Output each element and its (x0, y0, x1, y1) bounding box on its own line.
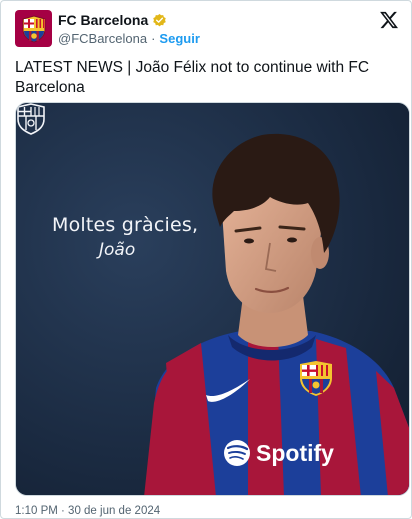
tweet-header: FC Barcelona @FCBarcelona · Seguir (15, 10, 401, 50)
fc-barcelona-crest-outline-icon (17, 103, 45, 135)
fc-barcelona-crest-icon (22, 14, 45, 43)
account-name-row: FC Barcelona (58, 12, 167, 28)
x-logo-icon[interactable] (379, 10, 399, 30)
verified-badge-icon (153, 13, 166, 26)
account-handle[interactable]: @FCBarcelona (58, 31, 147, 46)
tweet-timestamp[interactable]: 1:10 PM · 30 de jun de 2024 (15, 505, 160, 517)
sponsor-text: Spotify (256, 440, 334, 466)
handle-row: @FCBarcelona · Seguir (58, 31, 200, 46)
tweet-card: FC Barcelona @FCBarcelona · Seguir LATES… (0, 0, 412, 519)
account-name[interactable]: FC Barcelona (58, 12, 148, 28)
farewell-text: Moltes gràcies, (52, 214, 199, 236)
tweet-media-image[interactable]: Spotify Moltes gràcies, João (15, 102, 410, 496)
avatar[interactable] (15, 10, 52, 47)
player-photo: Spotify (16, 103, 409, 495)
separator-dot: · (151, 31, 156, 46)
follow-button[interactable]: Seguir (159, 31, 199, 46)
farewell-name: João (99, 240, 136, 260)
tweet-text: LATEST NEWS | João Félix not to continue… (15, 59, 370, 96)
